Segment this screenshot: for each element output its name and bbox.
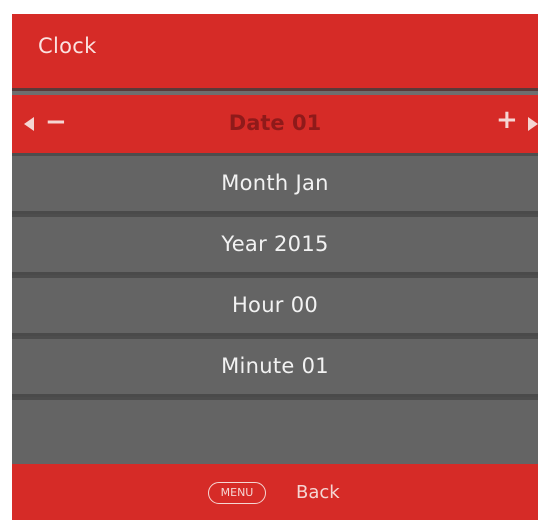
menu-item-label: Minute 01 bbox=[221, 354, 329, 378]
menu-item-label: Date 01 bbox=[228, 111, 322, 135]
menu-item-label: Year 2015 bbox=[221, 232, 329, 256]
clock-settings-screen: Clock − Date 01 + Month Jan Year 2015 Ho… bbox=[12, 14, 538, 520]
menu-item-label: Month Jan bbox=[221, 171, 329, 195]
menu-item-date[interactable]: − Date 01 + bbox=[12, 95, 538, 153]
menu-item-year[interactable]: Year 2015 bbox=[12, 217, 538, 275]
footer-bar: MENU Back bbox=[12, 464, 538, 520]
menu-item-month[interactable]: Month Jan bbox=[12, 156, 538, 214]
menu-item-label: Hour 00 bbox=[231, 293, 319, 317]
menu-item-empty bbox=[12, 400, 538, 464]
header-bar: Clock bbox=[12, 14, 538, 91]
back-label[interactable]: Back bbox=[296, 482, 340, 503]
page-title: Clock bbox=[38, 34, 97, 58]
increment-button[interactable]: + bbox=[496, 105, 518, 135]
menu-item-minute[interactable]: Minute 01 bbox=[12, 339, 538, 397]
menu-key-icon[interactable]: MENU bbox=[208, 482, 266, 504]
menu-item-hour[interactable]: Hour 00 bbox=[12, 278, 538, 336]
right-arrow-icon[interactable] bbox=[528, 117, 538, 131]
